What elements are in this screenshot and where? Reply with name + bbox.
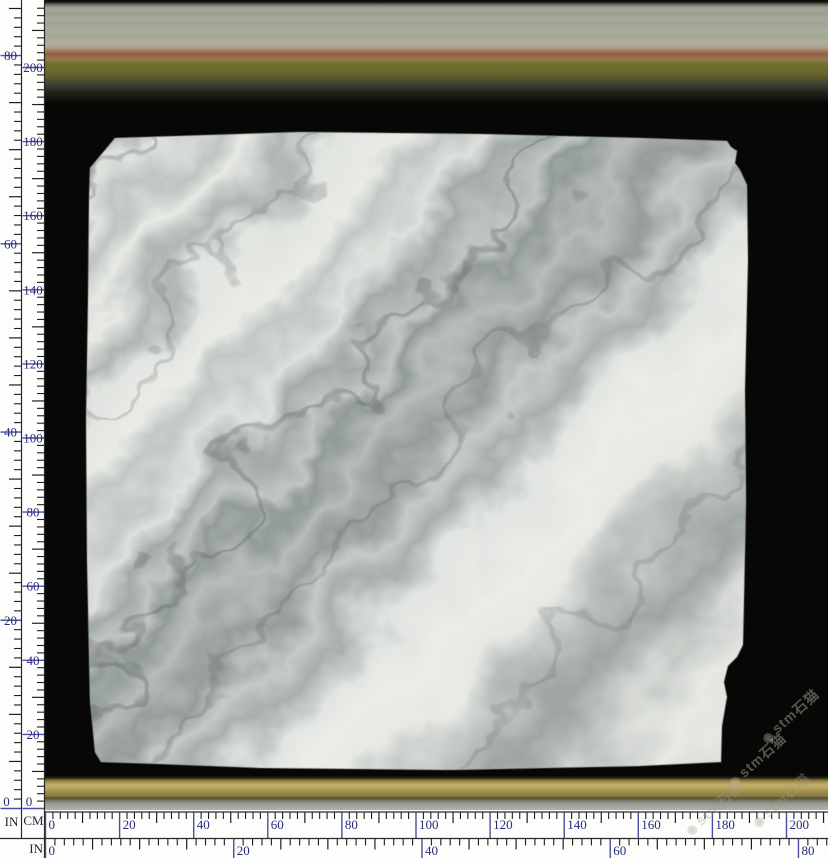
marble-slab-photo <box>82 126 754 776</box>
svg-text:60: 60 <box>4 236 17 251</box>
left-ruler-inch-unit-label: IN <box>2 814 21 830</box>
svg-text:60: 60 <box>271 817 284 832</box>
svg-text:180: 180 <box>715 817 735 832</box>
svg-text:160: 160 <box>641 817 661 832</box>
svg-text:0: 0 <box>49 817 56 832</box>
svg-text:80: 80 <box>345 817 358 832</box>
svg-text:200: 200 <box>23 60 43 75</box>
svg-text:80: 80 <box>27 505 40 520</box>
svg-text:200: 200 <box>790 817 810 832</box>
svg-text:40: 40 <box>27 653 40 668</box>
svg-text:180: 180 <box>23 134 43 149</box>
slab-scan-screenshot: 0204060800204060801001201401601802000204… <box>0 0 828 858</box>
svg-text:0: 0 <box>49 843 56 858</box>
svg-text:160: 160 <box>23 208 43 223</box>
svg-text:80: 80 <box>801 843 814 858</box>
svg-text:40: 40 <box>197 817 210 832</box>
svg-text:80: 80 <box>4 48 17 63</box>
svg-text:100: 100 <box>419 817 439 832</box>
svg-text:40: 40 <box>425 843 438 858</box>
svg-text:20: 20 <box>123 817 136 832</box>
svg-text:140: 140 <box>567 817 587 832</box>
scanner-bed-top-band <box>45 0 828 102</box>
svg-text:0: 0 <box>26 794 33 809</box>
svg-text:140: 140 <box>23 282 43 297</box>
svg-text:120: 120 <box>23 356 43 371</box>
svg-text:0: 0 <box>3 794 10 809</box>
svg-text:20: 20 <box>4 613 17 628</box>
scanner-photo-area <box>45 0 828 812</box>
svg-text:20: 20 <box>27 727 40 742</box>
left-ruler-cm-unit-label: CM <box>23 813 44 829</box>
svg-text:20: 20 <box>237 843 250 858</box>
svg-text:40: 40 <box>4 425 17 440</box>
svg-text:100: 100 <box>23 431 43 446</box>
svg-text:120: 120 <box>493 817 512 832</box>
svg-text:60: 60 <box>27 579 40 594</box>
bottom-ruler-inch-unit-label: IN <box>22 841 43 857</box>
svg-text:60: 60 <box>613 843 626 858</box>
